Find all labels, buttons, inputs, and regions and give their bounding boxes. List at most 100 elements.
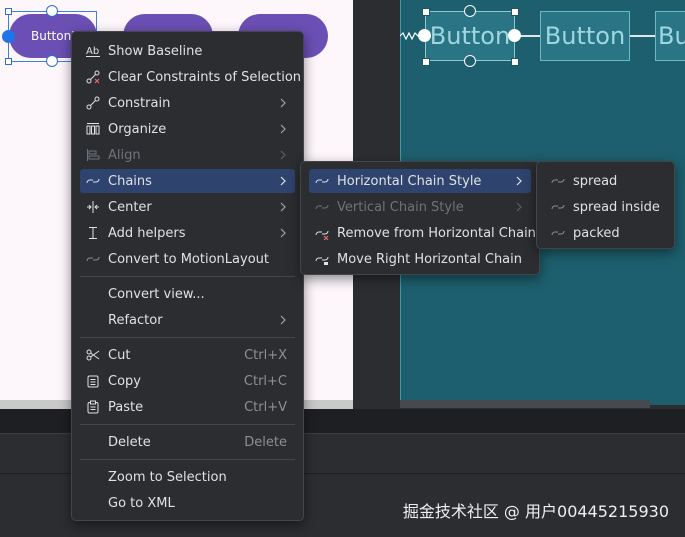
blueprint-button-2[interactable]: Button bbox=[540, 11, 630, 61]
menu-item-constrain[interactable]: Constrain bbox=[80, 91, 295, 115]
menu-item-label: Constrain bbox=[108, 95, 171, 111]
menu-item-refactor[interactable]: Refactor bbox=[80, 308, 295, 332]
menu-item-label: Convert view... bbox=[108, 286, 205, 302]
chevron-right-icon bbox=[280, 98, 286, 108]
chain-spring-icon bbox=[400, 31, 420, 41]
menu-item-label: Delete bbox=[108, 434, 151, 450]
menu-item-clear-constraints[interactable]: Clear Constraints of Selection bbox=[80, 65, 301, 89]
menu-item-go-to-xml[interactable]: Go to XML bbox=[80, 491, 295, 515]
menu-item-label: spread bbox=[573, 173, 618, 189]
chain-style-spread[interactable]: spread bbox=[545, 169, 666, 193]
constraint-handle-left[interactable] bbox=[2, 30, 15, 43]
chain-link-right bbox=[630, 35, 655, 37]
menu-item-show-baseline[interactable]: Ab Show Baseline bbox=[80, 39, 295, 63]
menu-item-label: Clear Constraints of Selection bbox=[108, 69, 302, 85]
menu-item-label: Zoom to Selection bbox=[108, 469, 227, 485]
chain-icon bbox=[551, 226, 565, 240]
chains-icon bbox=[86, 174, 100, 188]
blueprint-horizontal-scrollbar[interactable] bbox=[400, 400, 650, 408]
bp-constraint-handle-bottom[interactable] bbox=[464, 55, 476, 67]
remove-chain-icon bbox=[315, 226, 329, 240]
menu-item-label: Go to XML bbox=[108, 495, 175, 511]
chain-style-packed[interactable]: packed bbox=[545, 221, 666, 245]
menu-separator bbox=[80, 459, 295, 460]
blueprint-button-3[interactable]: Bu bbox=[655, 11, 685, 61]
paste-icon bbox=[86, 400, 100, 414]
cut-icon bbox=[86, 348, 100, 362]
menu-item-label: Refactor bbox=[108, 312, 163, 328]
menu-item-center[interactable]: Center bbox=[80, 195, 295, 219]
menu-item-label: Chains bbox=[108, 173, 152, 189]
menu-item-paste[interactable]: Paste Ctrl+V bbox=[80, 395, 295, 419]
bp-constraint-handle-right[interactable] bbox=[508, 29, 521, 42]
chain-style-spread-inside[interactable]: spread inside bbox=[545, 195, 666, 219]
align-icon bbox=[86, 148, 100, 162]
bp-constraint-handle-left[interactable] bbox=[418, 29, 431, 42]
watermark: 掘金技术社区 @ 用户00445215930 bbox=[402, 502, 669, 521]
chevron-right-icon bbox=[280, 202, 286, 212]
move-chain-icon bbox=[315, 252, 329, 266]
menu-item-label: Copy bbox=[108, 373, 141, 389]
menu-item-shortcut: Delete bbox=[244, 434, 287, 450]
menu-item-organize[interactable]: Organize bbox=[80, 117, 295, 141]
menu-item-label: Paste bbox=[108, 399, 144, 415]
submenu-item-horizontal-chain-style[interactable]: Horizontal Chain Style bbox=[309, 169, 531, 193]
chevron-right-icon bbox=[280, 124, 286, 134]
baseline-icon: Ab bbox=[86, 44, 100, 58]
blueprint-button-1[interactable]: Button bbox=[425, 11, 515, 61]
chain-icon bbox=[315, 200, 329, 214]
bp-resize-handle-top-left[interactable] bbox=[422, 8, 430, 16]
chevron-right-icon bbox=[516, 176, 522, 186]
blueprint-button-1-label: Button bbox=[429, 22, 511, 50]
chain-link-middle bbox=[520, 35, 540, 37]
constraint-handle-bottom[interactable] bbox=[46, 55, 58, 67]
chevron-right-icon bbox=[516, 202, 522, 212]
svg-text:Ab: Ab bbox=[86, 46, 99, 57]
menu-item-label: Vertical Chain Style bbox=[337, 199, 464, 215]
submenu-item-remove-from-chain[interactable]: Remove from Horizontal Chain bbox=[309, 221, 536, 245]
menu-item-label: Add helpers bbox=[108, 225, 186, 241]
chain-icon bbox=[315, 174, 329, 188]
chain-icon bbox=[551, 200, 565, 214]
bp-resize-handle-bottom-left[interactable] bbox=[422, 58, 430, 66]
menu-item-label: Move Right Horizontal Chain bbox=[337, 251, 523, 267]
bp-constraint-handle-top[interactable] bbox=[464, 5, 476, 17]
menu-item-shortcut: Ctrl+V bbox=[244, 399, 287, 415]
resize-handle-top-left[interactable] bbox=[5, 8, 12, 15]
menu-item-add-helpers[interactable]: Add helpers bbox=[80, 221, 295, 245]
menu-separator bbox=[80, 337, 295, 338]
menu-item-label: Align bbox=[108, 147, 141, 163]
chains-submenu: Horizontal Chain Style Vertical Chain St… bbox=[300, 161, 540, 275]
menu-item-label: Cut bbox=[108, 347, 131, 363]
menu-item-label: Center bbox=[108, 199, 152, 215]
menu-item-shortcut: Ctrl+X bbox=[244, 347, 287, 363]
menu-item-delete[interactable]: Delete Delete bbox=[80, 430, 295, 454]
menu-item-label: packed bbox=[573, 225, 620, 241]
menu-separator bbox=[80, 424, 295, 425]
menu-item-label: Remove from Horizontal Chain bbox=[337, 225, 536, 241]
menu-item-zoom-to-selection[interactable]: Zoom to Selection bbox=[80, 465, 295, 489]
organize-icon bbox=[86, 122, 100, 136]
center-icon bbox=[86, 200, 100, 214]
menu-item-chains[interactable]: Chains bbox=[80, 169, 295, 193]
bp-resize-handle-bottom-right[interactable] bbox=[511, 58, 519, 66]
copy-icon bbox=[86, 374, 100, 388]
menu-item-copy[interactable]: Copy Ctrl+C bbox=[80, 369, 295, 393]
menu-item-convert-view[interactable]: Convert view... bbox=[80, 282, 295, 306]
chevron-right-icon bbox=[280, 176, 286, 186]
chain-icon bbox=[551, 174, 565, 188]
submenu-item-move-right[interactable]: Move Right Horizontal Chain bbox=[309, 247, 531, 271]
constraint-handle-top[interactable] bbox=[46, 5, 58, 17]
menu-item-align[interactable]: Align bbox=[80, 143, 295, 167]
submenu-item-vertical-chain-style[interactable]: Vertical Chain Style bbox=[309, 195, 531, 219]
menu-item-label: Organize bbox=[108, 121, 167, 137]
menu-item-convert-motionlayout[interactable]: Convert to MotionLayout bbox=[80, 247, 295, 271]
menu-item-shortcut: Ctrl+C bbox=[243, 373, 287, 389]
bp-resize-handle-top-right[interactable] bbox=[511, 8, 519, 16]
chevron-right-icon bbox=[280, 150, 286, 160]
blueprint-button-3-label: Bu bbox=[658, 22, 685, 50]
resize-handle-bottom-left[interactable] bbox=[5, 58, 12, 65]
chevron-right-icon bbox=[280, 315, 286, 325]
blueprint-button-2-label: Button bbox=[544, 22, 626, 50]
menu-item-cut[interactable]: Cut Ctrl+X bbox=[80, 343, 295, 367]
